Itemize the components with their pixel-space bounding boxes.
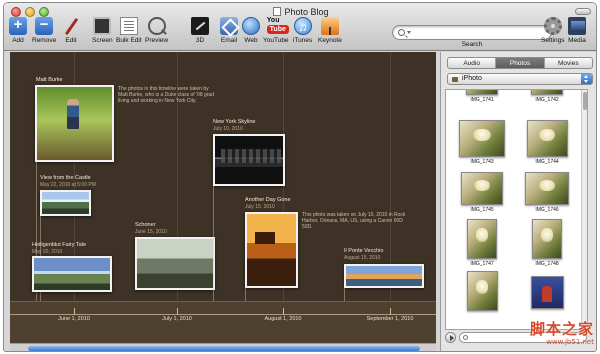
- photo-thumbnail[interactable]: IMG_1743: [452, 120, 512, 165]
- tab-audio[interactable]: Audio: [448, 58, 497, 68]
- keynote-icon: [320, 17, 339, 35]
- youtube-icon: You Tube: [266, 17, 289, 35]
- event-photo[interactable]: [245, 212, 298, 288]
- photo-thumbnail[interactable]: [452, 271, 512, 311]
- media-button[interactable]: Media: [568, 17, 586, 44]
- add-button[interactable]: Add: [9, 16, 27, 44]
- search-field[interactable]: [392, 25, 552, 40]
- watermark-url: www.jb51.net: [546, 338, 594, 346]
- magnifier-icon: [147, 17, 166, 35]
- scrollbar-thumb[interactable]: [583, 92, 587, 110]
- event-photo[interactable]: [135, 237, 215, 290]
- photo-thumbnail[interactable]: IMG_1744: [517, 120, 577, 165]
- remove-button[interactable]: Remove: [32, 16, 56, 44]
- photo-thumbnail[interactable]: IMG_1746: [517, 172, 577, 213]
- toolbar: Photo Blog Add Remove Edit Screen Bulk E…: [4, 3, 596, 51]
- add-icon: [9, 16, 27, 35]
- photo-thumbnail[interactable]: IMG_1748: [517, 219, 577, 267]
- photo-browser-scrollbar[interactable]: [581, 90, 587, 329]
- itunes-button[interactable]: iTunes: [293, 17, 312, 44]
- settings-button[interactable]: Settings: [541, 17, 565, 44]
- chevron-down-icon: [407, 31, 411, 34]
- screen-icon: [93, 17, 112, 35]
- timeline-horizontal-scrollbar[interactable]: [10, 343, 436, 351]
- window-title: Photo Blog: [4, 7, 596, 17]
- watermark-logo: 脚本之家: [529, 320, 594, 338]
- media-browser-panel: Audio Photos Movies iPhoto IMG_1741 IMG_…: [440, 52, 596, 351]
- gear-icon: [543, 17, 562, 35]
- scrollbar-thumb[interactable]: [28, 346, 420, 351]
- tab-movies[interactable]: Movies: [545, 58, 592, 68]
- axis-label: June 1, 2010: [58, 316, 90, 322]
- photo-thumbnail[interactable]: [517, 276, 577, 309]
- source-popup[interactable]: iPhoto: [447, 73, 593, 85]
- tab-photos[interactable]: Photos: [496, 58, 545, 68]
- bulk-edit-button[interactable]: Bulk Edit: [116, 17, 142, 44]
- email-button[interactable]: Email: [220, 17, 238, 44]
- photo-browser: IMG_1741 IMG_1742 IMG_1743 IMG_1744 IMG_…: [445, 89, 588, 330]
- youtube-logo-top: You: [266, 17, 280, 24]
- globe-icon: [242, 17, 260, 35]
- photo-thumbnail[interactable]: IMG_1742: [517, 90, 577, 103]
- youtube-button[interactable]: You Tube YouTube: [263, 17, 289, 44]
- timeline-canvas[interactable]: Matt Burke The photos in this timeline w…: [10, 52, 436, 343]
- axis-label: July 1, 2010: [162, 316, 192, 322]
- web-button[interactable]: Web: [242, 17, 260, 44]
- media-icon: [568, 17, 586, 35]
- search-label: Search: [461, 41, 483, 48]
- axis-label: September 1, 2010: [366, 316, 414, 322]
- search-icon: [398, 29, 405, 36]
- event-photo[interactable]: [344, 264, 424, 288]
- event-photo[interactable]: [35, 85, 114, 162]
- remove-icon: [35, 16, 54, 35]
- popup-arrows-icon: [581, 74, 592, 84]
- email-icon: [220, 17, 238, 35]
- youtube-logo-bottom: Tube: [266, 25, 289, 34]
- app-window: Photo Blog Add Remove Edit Screen Bulk E…: [3, 2, 597, 352]
- photo-thumbnail[interactable]: IMG_1741: [452, 90, 512, 103]
- play-button[interactable]: [445, 332, 456, 343]
- search-icon: [463, 335, 468, 340]
- event-photo[interactable]: [213, 134, 285, 186]
- photo-thumbnail[interactable]: IMG_1745: [452, 172, 512, 213]
- photo-thumbnail[interactable]: IMG_1747: [452, 219, 512, 267]
- screen-button[interactable]: Screen: [92, 17, 113, 44]
- pencil-icon: [62, 17, 80, 35]
- timeline-axis: June 1, 2010 July 1, 2010 August 1, 2010…: [10, 301, 436, 343]
- iphoto-icon: [452, 77, 458, 82]
- document-icon: [273, 7, 282, 16]
- itunes-icon: [293, 17, 312, 36]
- keynote-button[interactable]: Keynote: [318, 17, 342, 44]
- toolbar-toggle-button[interactable]: [575, 8, 591, 15]
- event-photo[interactable]: [40, 190, 91, 216]
- 3d-icon: [191, 17, 209, 35]
- axis-label: August 1, 2010: [264, 316, 302, 322]
- event-photo[interactable]: [32, 256, 112, 292]
- 3d-button[interactable]: 3D: [191, 17, 209, 44]
- media-type-tabs: Audio Photos Movies: [447, 57, 593, 69]
- bulk-edit-icon: [119, 17, 138, 35]
- edit-button[interactable]: Edit: [62, 17, 80, 44]
- preview-button[interactable]: Preview: [145, 17, 168, 44]
